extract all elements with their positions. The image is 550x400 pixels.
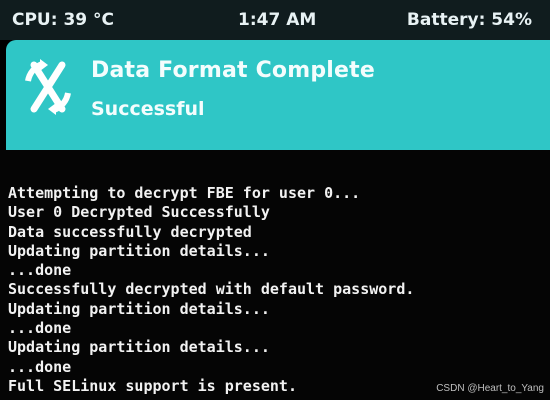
status-bar: CPU: 39 °C 1:47 AM Battery: 54%: [0, 0, 550, 40]
console-log: Attempting to decrypt FBE for user 0... …: [8, 184, 548, 396]
twrp-logo-icon: [16, 55, 80, 119]
header-banner: Data Format Complete Successful: [6, 40, 550, 150]
console-line: User 0 Decrypted Successfully: [8, 203, 270, 222]
console-line: Updating partition details...: [8, 338, 270, 357]
console-line: Updating partition details...: [8, 241, 270, 260]
console-line: ...done: [8, 261, 72, 280]
cpu-temperature: CPU: 39 °C: [12, 10, 115, 30]
console-line: Data successfully decrypted: [8, 222, 252, 241]
console-line: Successfully decrypted with default pass…: [8, 280, 415, 299]
header-title: Data Format Complete: [91, 58, 376, 83]
console-output: Attempting to decrypt FBE for user 0... …: [0, 150, 550, 400]
header-subtitle: Successful: [91, 98, 205, 120]
console-line: Updating partition details...: [8, 299, 270, 318]
console-line: ...done: [8, 357, 72, 376]
console-line: ...done: [8, 319, 72, 338]
console-line: Attempting to decrypt FBE for user 0...: [8, 184, 361, 202]
watermark: CSDN @Heart_to_Yang: [436, 383, 544, 394]
battery-level: Battery: 54%: [406, 10, 532, 30]
clock: 1:47 AM: [238, 10, 317, 30]
